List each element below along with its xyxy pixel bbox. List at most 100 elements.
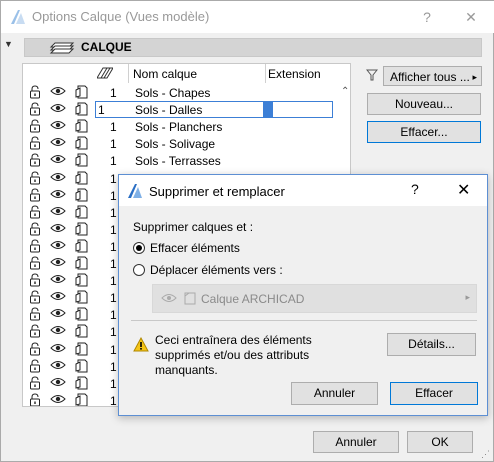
layer-wireframe-icon[interactable] <box>75 222 89 236</box>
lock-icon[interactable] <box>28 205 42 219</box>
layer-row[interactable]: 1 Sols - Terrasses <box>23 152 350 169</box>
dialog-delete-button[interactable]: Effacer <box>390 382 478 405</box>
new-layer-button[interactable]: Nouveau... <box>367 93 481 115</box>
window-title: Options Calque (Vues modèle) <box>32 9 210 24</box>
layer-wireframe-icon[interactable] <box>75 273 89 287</box>
layer-wireframe-icon[interactable] <box>75 342 89 356</box>
eye-icon[interactable] <box>50 102 66 116</box>
layer-wireframe-icon[interactable] <box>75 307 89 321</box>
move-elements-radio[interactable] <box>133 264 145 276</box>
lock-icon[interactable] <box>28 359 42 373</box>
lock-icon[interactable] <box>28 376 42 390</box>
intersection-number: 1 <box>110 274 117 289</box>
target-layer-select[interactable]: Calque ARCHICAD ▸ <box>152 284 477 313</box>
close-button[interactable]: ✕ <box>449 2 493 32</box>
dialog-title: Supprimer et remplacer <box>149 184 285 199</box>
collapse-arrow-icon[interactable]: ▼ <box>4 39 13 49</box>
move-elements-label[interactable]: Déplacer éléments vers : <box>150 263 283 277</box>
intersection-number: 1 <box>98 103 105 118</box>
eye-icon[interactable] <box>50 171 66 185</box>
eye-icon[interactable] <box>50 85 66 99</box>
column-header-name[interactable]: Nom calque <box>133 67 197 81</box>
eye-icon[interactable] <box>50 239 66 253</box>
layer-name: Sols - Chapes <box>135 86 211 100</box>
layer-wireframe-icon[interactable] <box>75 188 89 202</box>
lock-icon[interactable] <box>28 393 42 406</box>
layer-wireframe-icon[interactable] <box>75 324 89 338</box>
lock-icon[interactable] <box>28 170 42 185</box>
ok-button[interactable]: OK <box>407 431 473 453</box>
archicad-logo-icon <box>11 10 25 24</box>
column-divider <box>265 64 266 83</box>
delete-elements-radio[interactable] <box>133 242 145 254</box>
resize-grip-icon[interactable]: ⋰ <box>481 449 490 460</box>
lock-icon[interactable] <box>28 153 42 167</box>
intersection-number: 1 <box>110 342 117 357</box>
layer-section-header[interactable]: CALQUE <box>24 38 482 57</box>
delete-elements-label[interactable]: Effacer éléments <box>150 241 240 255</box>
show-all-label: Afficher tous ... <box>390 70 470 84</box>
lock-icon[interactable] <box>28 324 42 338</box>
eye-icon[interactable] <box>50 153 66 167</box>
lock-icon[interactable] <box>28 222 42 236</box>
eye-icon[interactable] <box>50 307 66 321</box>
intersection-priority-icon <box>97 67 113 79</box>
layer-wireframe-icon[interactable] <box>75 393 89 406</box>
intersection-number: 1 <box>110 325 117 340</box>
eye-icon[interactable] <box>50 222 66 236</box>
layer-row[interactable]: 1 Sols - Dalles <box>23 101 350 119</box>
eye-icon[interactable] <box>50 342 66 356</box>
layer-wireframe-icon[interactable] <box>75 85 89 99</box>
help-button[interactable]: ? <box>405 2 449 32</box>
eye-icon[interactable] <box>50 290 66 304</box>
eye-icon[interactable] <box>50 119 66 133</box>
intersection-number: 1 <box>110 120 117 135</box>
eye-icon[interactable] <box>50 205 66 219</box>
lock-icon[interactable] <box>28 85 42 99</box>
eye-icon[interactable] <box>50 273 66 287</box>
delete-replace-dialog: Supprimer et remplacer ? ✕ Supprimer cal… <box>118 174 488 416</box>
eye-icon[interactable] <box>50 393 66 406</box>
layer-row[interactable]: 1 Sols - Chapes <box>23 84 350 101</box>
lock-icon[interactable] <box>28 307 42 321</box>
column-header-extension[interactable]: Extension <box>268 67 321 81</box>
layer-row[interactable]: 1 Sols - Planchers <box>23 118 350 135</box>
cancel-button[interactable]: Annuler <box>313 431 399 453</box>
lock-icon[interactable] <box>28 136 42 150</box>
lock-icon[interactable] <box>28 341 42 356</box>
layer-wireframe-icon[interactable] <box>75 136 89 150</box>
layer-wireframe-icon[interactable] <box>75 359 89 373</box>
lock-icon[interactable] <box>28 102 42 116</box>
lock-icon[interactable] <box>28 239 42 253</box>
dialog-cancel-button[interactable]: Annuler <box>291 382 378 405</box>
dialog-help-button[interactable]: ? <box>411 181 419 197</box>
layer-wireframe-icon[interactable] <box>75 376 89 390</box>
lock-icon[interactable] <box>28 188 42 202</box>
layer-wireframe-icon[interactable] <box>75 256 89 270</box>
layer-row[interactable]: 1 Sols - Solivage <box>23 135 350 152</box>
delete-layer-button[interactable]: Effacer... <box>367 121 481 143</box>
lock-icon[interactable] <box>28 119 42 133</box>
lock-icon[interactable] <box>28 273 42 287</box>
lock-icon[interactable] <box>28 290 42 304</box>
lock-icon[interactable] <box>28 256 42 270</box>
details-button[interactable]: Détails... <box>387 333 476 356</box>
layer-wireframe-icon[interactable] <box>75 102 89 116</box>
layer-wireframe-icon[interactable] <box>75 119 89 133</box>
layer-wireframe-icon[interactable] <box>75 290 89 304</box>
eye-icon[interactable] <box>50 324 66 338</box>
eye-icon[interactable] <box>50 136 66 150</box>
titlebar: Options Calque (Vues modèle) ? ✕ <box>1 1 494 33</box>
eye-icon[interactable] <box>50 376 66 390</box>
eye-icon[interactable] <box>50 188 66 202</box>
layer-wireframe-icon[interactable] <box>75 239 89 253</box>
eye-icon[interactable] <box>50 359 66 373</box>
layer-wireframe-icon[interactable] <box>75 205 89 219</box>
dropdown-arrow-icon: ▸ <box>465 292 470 302</box>
dialog-close-button[interactable]: ✕ <box>457 180 470 200</box>
layer-name: Sols - Solivage <box>135 137 216 152</box>
show-all-dropdown[interactable]: Afficher tous ... ▸ <box>383 66 482 86</box>
layer-wireframe-icon[interactable] <box>75 153 89 167</box>
layer-wireframe-icon[interactable] <box>75 171 89 185</box>
eye-icon[interactable] <box>50 256 66 270</box>
